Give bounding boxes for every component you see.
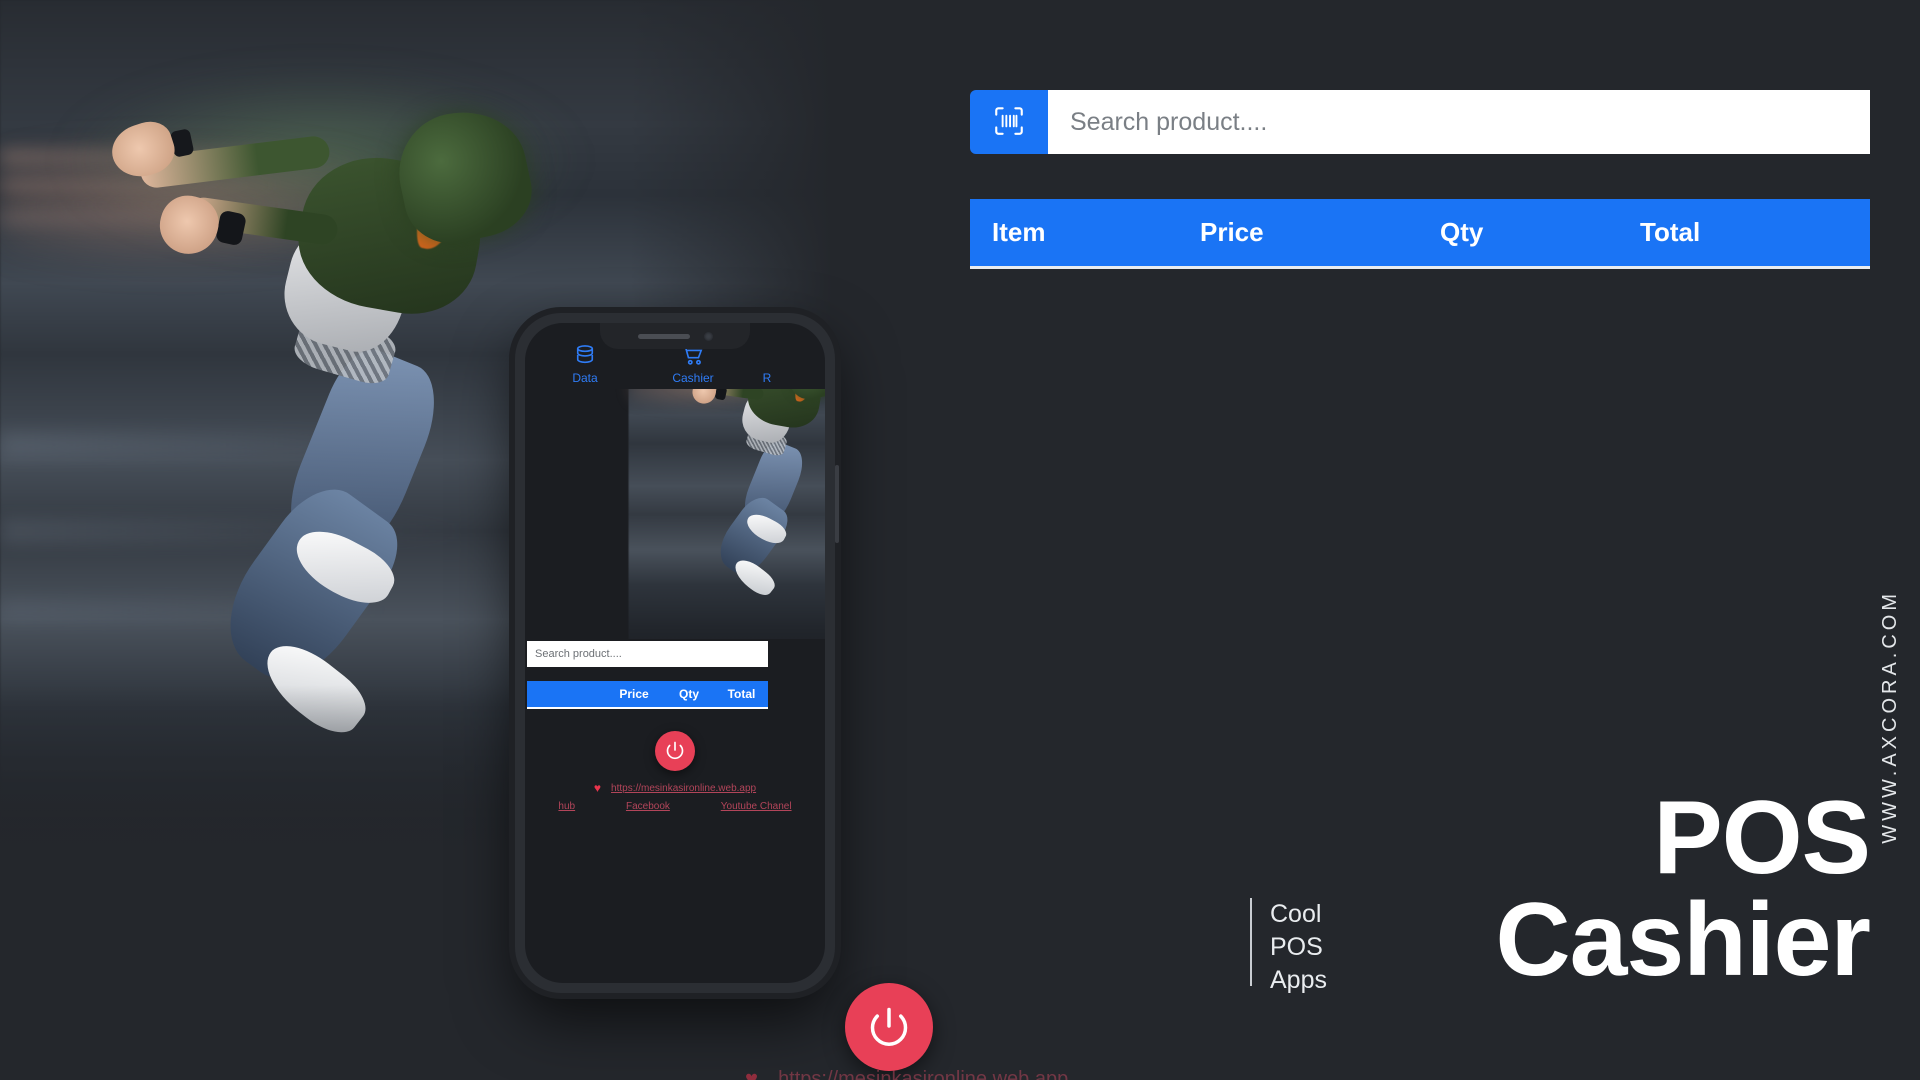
search-row [970, 90, 1870, 154]
site-url-vertical: WWW.AXCORA.COM [1879, 590, 1901, 844]
column-header-price: Price [1200, 217, 1264, 247]
phone-tab-label: Cashier [672, 371, 714, 385]
page-title: POS Cashier [1495, 780, 1871, 999]
pos-main-panel: Item Price Qty Total [970, 90, 1870, 269]
phone-footer-links: hub Facebook Youtube Chanel [525, 801, 825, 812]
tagline-divider [1250, 898, 1252, 986]
phone-promo-link[interactable]: https://mesinkasironline.web.app [611, 783, 756, 794]
phone-tab-report[interactable]: R [747, 345, 787, 387]
tagline-line-1: Cool [1270, 900, 1322, 928]
tagline-line-3: Apps [1270, 966, 1327, 994]
phone-search-input[interactable]: Search product.... [527, 641, 768, 667]
phone-side-button[interactable] [835, 465, 839, 543]
phone-col-qty: Qty [678, 687, 699, 701]
phone-tab-data[interactable]: Data [531, 345, 639, 387]
phone-speaker [637, 333, 690, 339]
report-icon [747, 345, 787, 367]
cart-table-header: Item Price Qty Total [970, 199, 1870, 269]
column-header-qty: Qty [1440, 217, 1484, 247]
power-icon [665, 740, 685, 763]
phone-col-total: Total [727, 687, 756, 701]
brand-title-line-1: POS [1653, 780, 1871, 897]
power-icon [867, 1004, 911, 1051]
phone-tab-cashier[interactable]: Cashier [639, 345, 747, 387]
phone-hero-image [525, 389, 825, 639]
motion-streak [0, 520, 480, 542]
footer-link-youtube[interactable]: Youtube Chanel [721, 801, 792, 812]
phone-col-price: Price [619, 687, 649, 701]
phone-tab-label: R [762, 371, 772, 385]
phone-nav-bar: Data Cashier R [525, 345, 825, 387]
phone-promo-row: ♥ https://mesinkasironline.web.app [525, 781, 825, 795]
barcode-scan-button[interactable] [970, 90, 1048, 154]
page-promo-link[interactable]: https://mesinkasironline.web.app [778, 1068, 1068, 1080]
barcode-scan-icon [992, 104, 1026, 141]
phone-front-camera [703, 331, 713, 341]
tagline-block: Cool POS Apps [1250, 898, 1327, 997]
heart-icon: ♥ [593, 781, 602, 795]
tagline-text: Cool POS Apps [1270, 898, 1327, 997]
phone-mockup: Data Cashier R Search product.... Price … [515, 313, 839, 993]
heart-icon: ♥ [745, 1066, 759, 1080]
phone-hero-image-inner [628, 389, 825, 639]
footer-link-github[interactable]: hub [558, 801, 575, 812]
phone-search-placeholder: Search product.... [535, 648, 622, 660]
column-header-total: Total [1640, 217, 1701, 247]
column-header-item: Item [992, 217, 1046, 247]
footer-link-facebook[interactable]: Facebook [626, 801, 670, 812]
floating-power-button[interactable] [845, 983, 933, 1071]
page-promo-row: ♥ https://mesinkasironline.web.app [745, 1066, 1068, 1080]
search-input[interactable] [1048, 90, 1870, 154]
brand-title-line-2: Cashier [1495, 882, 1871, 999]
phone-screen: Data Cashier R Search product.... Price … [525, 323, 825, 983]
phone-power-button[interactable] [655, 731, 695, 771]
tagline-line-2: POS [1270, 933, 1323, 961]
phone-cart-table-header: Price Qty Total [527, 681, 768, 709]
phone-tab-label: Data [572, 371, 598, 385]
phone-notch [600, 323, 750, 349]
